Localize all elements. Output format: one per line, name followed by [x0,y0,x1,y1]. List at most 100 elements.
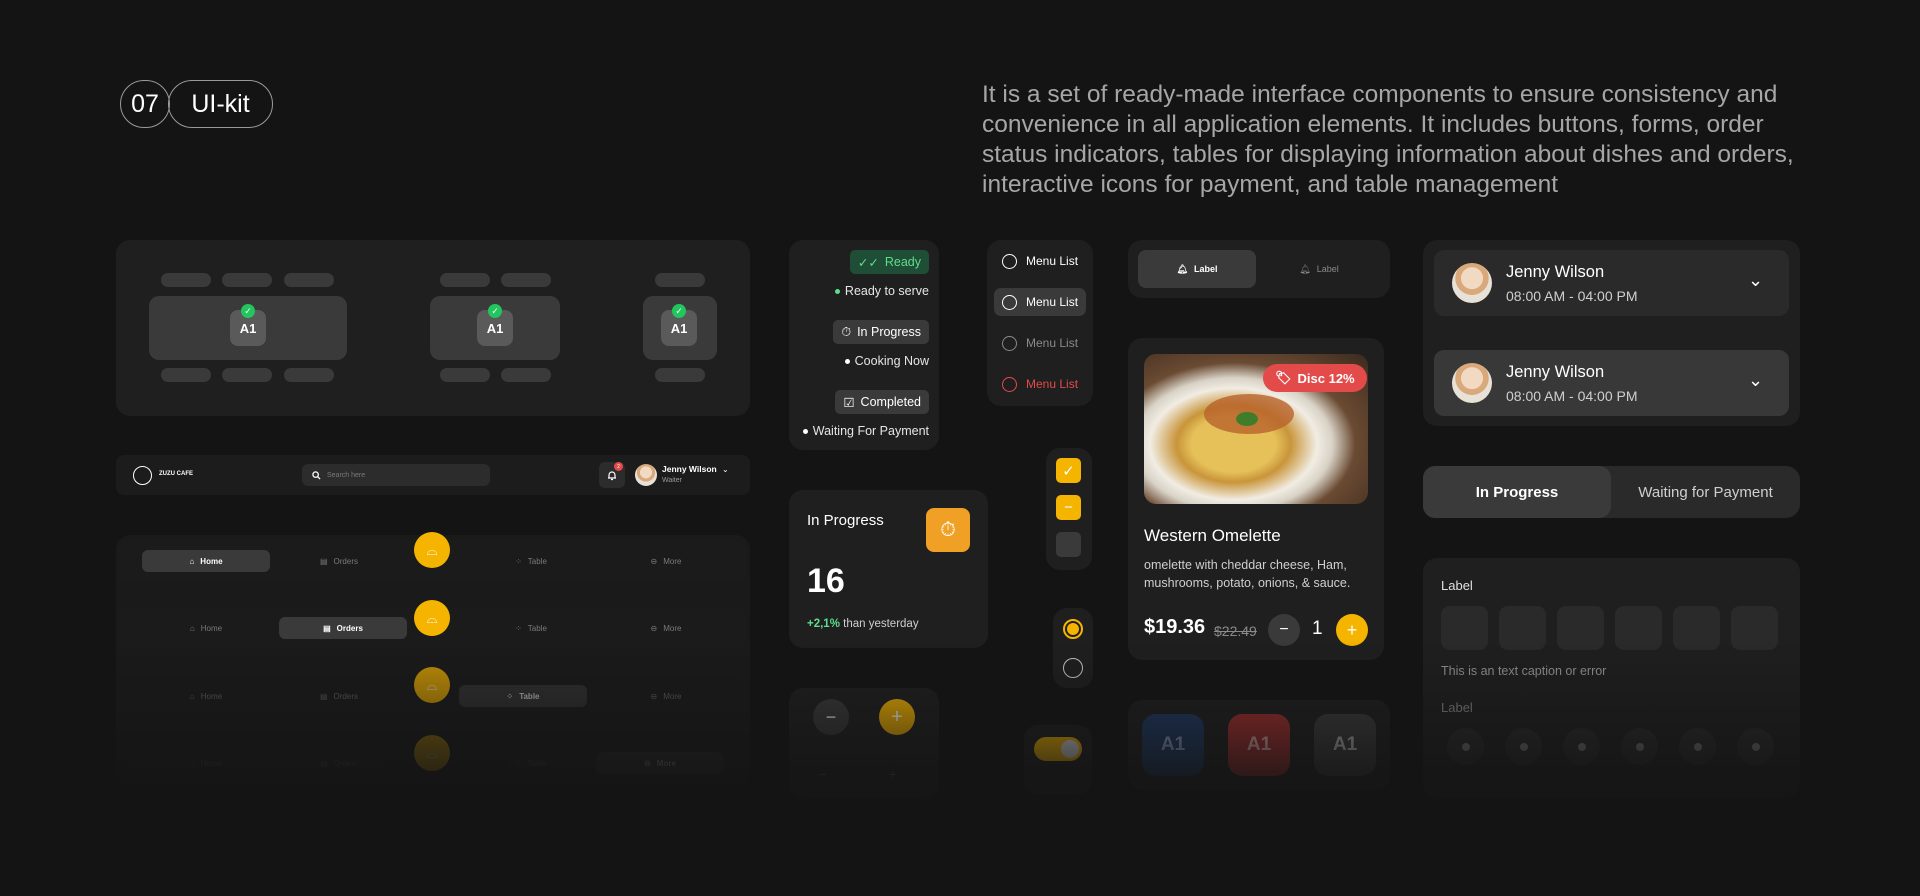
chair-shape [161,273,211,287]
search-input[interactable]: Search here [302,464,490,486]
otp-input[interactable] [1673,606,1720,650]
staff-item[interactable]: Jenny Wilson 08:00 AM - 04:00 PM ⌄ [1434,250,1789,316]
status-badge-ready: ✓✓ Ready [849,250,929,274]
checkbox-indeterminate[interactable]: − [1056,495,1081,520]
bell-icon: 🔔︎ [1176,263,1188,274]
status-text-waiting: Waiting For Payment [802,424,929,438]
segment-waiting-payment[interactable]: Waiting for Payment [1611,466,1800,518]
toggle-switch[interactable] [1034,737,1082,761]
radio-unselected[interactable] [1063,658,1083,678]
brand-logo-icon [133,466,152,485]
menu-list-item-disabled[interactable]: Menu List [994,329,1086,357]
badge-label: In Progress [857,325,921,339]
otp-input[interactable] [1557,606,1604,650]
radio-selected[interactable] [1063,619,1083,639]
timer-icon: ⏱ [841,324,852,339]
plus-button[interactable]: + [889,766,897,782]
table-chip-gray[interactable]: A1 [1314,714,1376,776]
check-icon: ✓ [672,304,686,318]
menu-list-item-hover[interactable]: Menu List [994,288,1086,316]
tab-label: Label [1316,264,1339,274]
chair-shape [284,368,334,382]
minus-button[interactable]: − [813,699,849,735]
status-label: Ready to serve [844,284,929,298]
pin-dot[interactable] [1679,728,1716,765]
table-chip-blue[interactable]: A1 [1142,714,1204,776]
orders-icon: ▤ [319,691,328,701]
delta-value: +2,1% [807,618,840,630]
segment-in-progress[interactable]: In Progress [1423,466,1611,518]
nav-item-orders[interactable]: ▤ Orders [275,550,403,572]
nav-item-home[interactable]: ⌂ Home [142,617,270,639]
dish-fab-button[interactable]: ⌓ [414,667,450,703]
nav-item-more[interactable]: ⊖ More [596,752,724,774]
checkbox-checked[interactable]: ✓ [1056,458,1081,483]
dish-old-price: $22.49 [1214,623,1257,639]
dish-fab-button[interactable]: ⌓ [414,600,450,636]
label-tab-active[interactable]: 🔔︎ Label [1138,250,1256,288]
status-text-ready: Ready to serve [834,284,929,298]
chair-shape [655,273,705,287]
chevron-down-icon[interactable]: ⌄ [1748,270,1763,291]
menu-list-item-error[interactable]: Menu List [994,370,1086,398]
check-icon: ✓ [241,304,255,318]
user-role: Waiter [662,477,682,484]
dish-fab-button[interactable]: ⌓ [414,735,450,771]
dish-fab-button[interactable]: ⌓ [414,532,450,568]
stats-timer-button[interactable]: ⏱ [926,508,970,552]
segmented-control: In Progress Waiting for Payment [1423,466,1800,518]
pin-dot[interactable] [1737,728,1774,765]
otp-input[interactable] [1615,606,1662,650]
nav-item-home[interactable]: ⌂ Home [142,685,270,707]
nav-item-home[interactable]: ⌂ Home [142,550,270,572]
chair-shape [501,273,551,287]
staff-name: Jenny Wilson [1506,263,1605,281]
notification-button[interactable]: 2 [599,462,625,488]
radio-icon [1002,294,1017,310]
nav-label: Table [527,623,547,633]
pin-dot[interactable] [1621,728,1658,765]
nav-item-orders[interactable]: ▤ Orders [279,617,407,639]
nav-item-table[interactable]: ⁘ Table [467,752,595,774]
pin-dot[interactable] [1447,728,1484,765]
menu-list-item-default[interactable]: Menu List [994,247,1086,275]
dish-name: Western Omelette [1144,526,1281,545]
nav-item-table[interactable]: ⁘ Table [467,550,595,572]
plus-button[interactable]: + [879,699,915,735]
otp-input[interactable] [1441,606,1488,650]
nav-item-orders[interactable]: ▤ Orders [275,752,403,774]
minus-icon: − [1064,499,1073,516]
staff-item[interactable]: Jenny Wilson 08:00 AM - 04:00 PM ⌄ [1434,350,1789,416]
label-tab-inactive[interactable]: 🔔︎ Label [1260,250,1378,288]
nav-item-table[interactable]: ⁘ Table [459,685,587,707]
menu-item-label: Menu List [1026,377,1079,391]
nav-item-more[interactable]: ⊖ More [602,550,730,572]
radio-icon [1002,376,1017,392]
nav-item-more[interactable]: ⊖ More [602,685,730,707]
nav-item-home[interactable]: ⌂ Home [142,752,270,774]
pin-dot[interactable] [1563,728,1600,765]
nav-item-orders[interactable]: ▤ Orders [275,685,403,707]
check-icon: ✓ [1062,462,1075,480]
table-chip-red[interactable]: A1 [1228,714,1290,776]
chair-shape [222,273,272,287]
chevron-down-icon[interactable]: ⌄ [722,465,729,474]
minus-button[interactable]: − [819,766,827,782]
nav-item-table[interactable]: ⁘ Table [467,617,595,639]
quantity-minus-button[interactable]: − [1268,614,1300,646]
chevron-down-icon[interactable]: ⌄ [1748,370,1763,391]
otp-input[interactable] [1499,606,1546,650]
stats-card: In Progress ⏱ 16 +2,1% than yesterday [789,490,988,648]
quantity-plus-button[interactable]: + [1336,614,1368,646]
nav-item-more[interactable]: ⊖ More [602,617,730,639]
home-icon: ⌂ [189,758,195,768]
user-name: Jenny Wilson [662,464,717,474]
nav-label: Orders [336,623,363,633]
pin-dot[interactable] [1505,728,1542,765]
user-avatar[interactable] [635,464,657,486]
checkbox-unchecked[interactable] [1056,532,1081,557]
more-icon: ⊖ [650,691,658,701]
otp-input[interactable] [1731,606,1778,650]
order-status-card: ✓✓ Ready Ready to serve ⏱ In Progress Cook… [789,240,939,450]
more-icon: ⊖ [650,623,658,633]
